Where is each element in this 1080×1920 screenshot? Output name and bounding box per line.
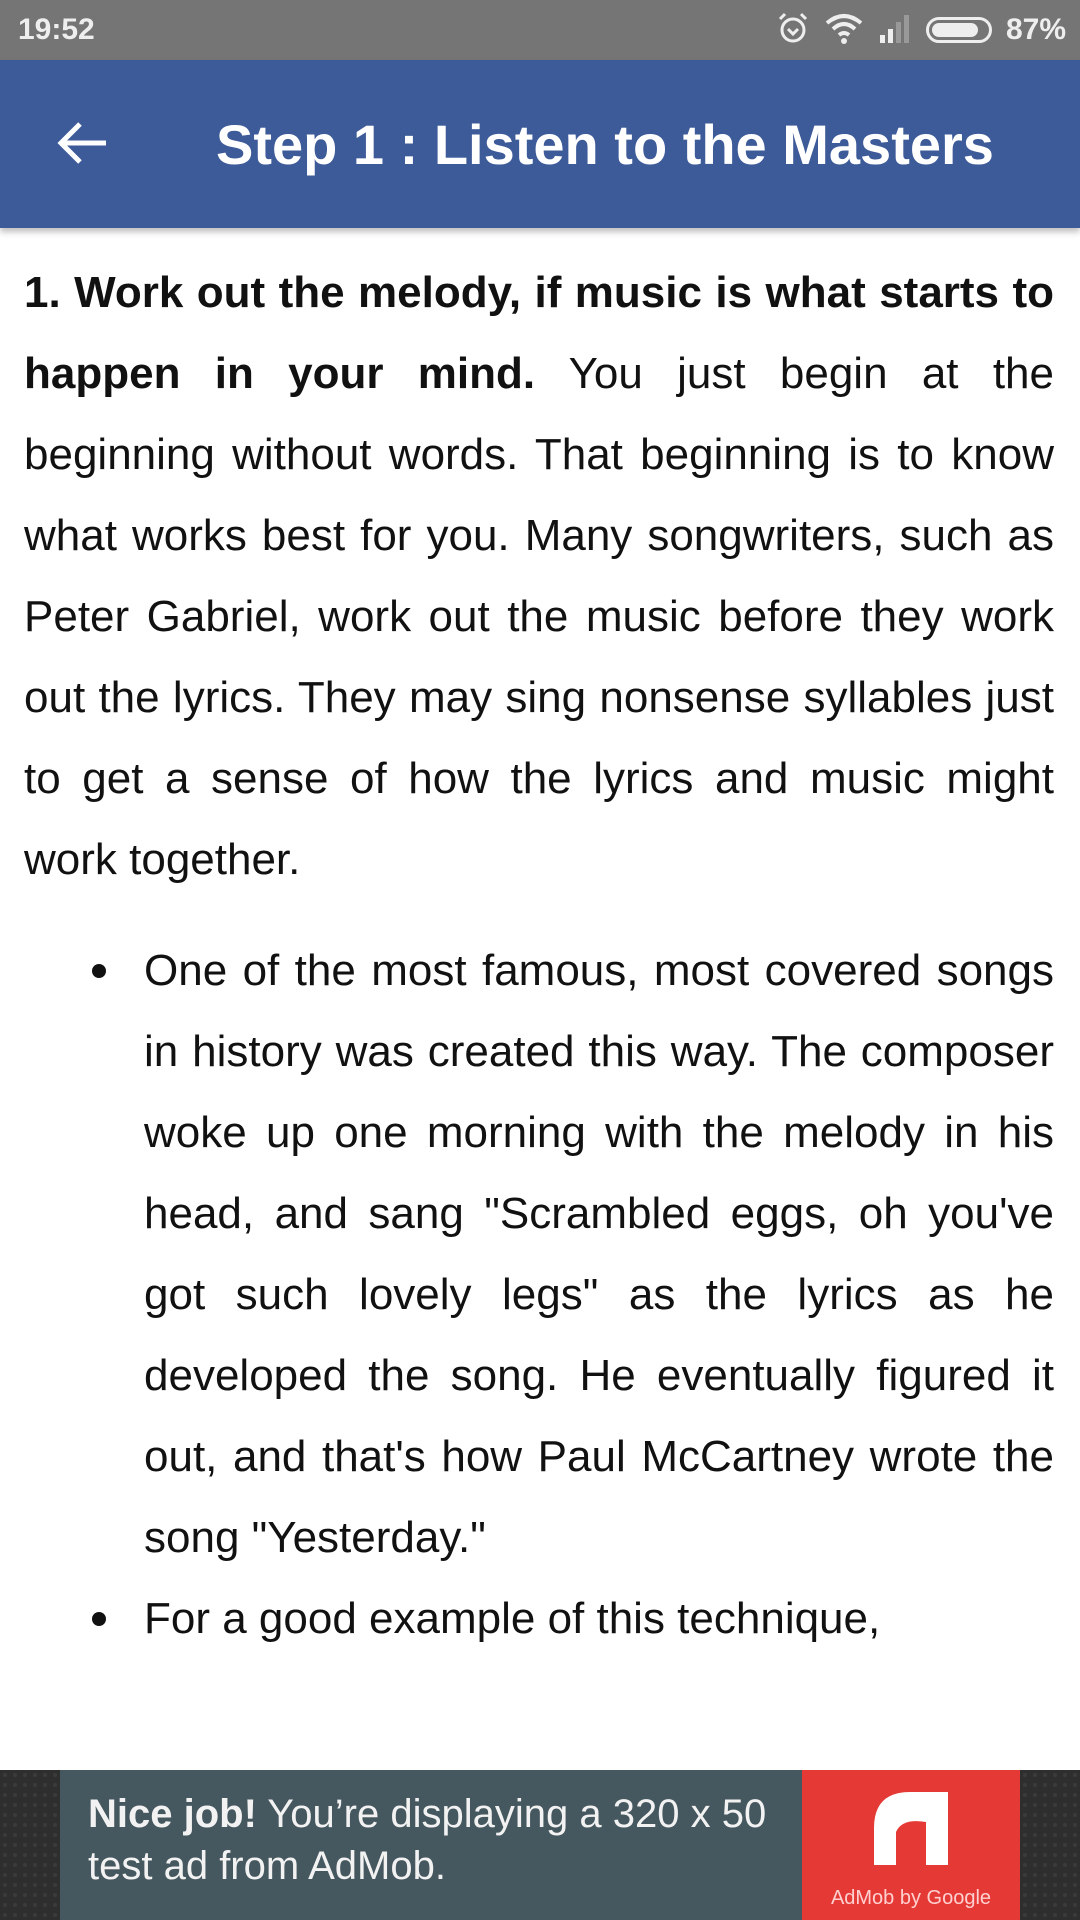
wifi-icon — [824, 11, 864, 50]
alarm-icon — [776, 11, 810, 50]
battery-percent: 87% — [1005, 13, 1066, 46]
ad-text: Nice job! You’re displaying a 320 x 50 t… — [88, 1788, 828, 1892]
ad-headline: Nice job! — [88, 1792, 257, 1836]
status-time: 19:52 — [18, 13, 95, 46]
bullet-list: One of the most famous, most covered son… — [24, 930, 1054, 1659]
intro-text: You just begin at the beginning without … — [24, 349, 1054, 884]
admob-logo: AdMob by Google — [802, 1770, 1020, 1920]
bullet-icon — [92, 964, 106, 978]
list-item-text: One of the most famous, most covered son… — [144, 946, 1054, 1562]
ad-banner[interactable]: Nice job! You’re displaying a 320 x 50 t… — [60, 1770, 1020, 1920]
article-content: 1. Work out the melody, if music is what… — [24, 228, 1054, 1659]
intro-paragraph: 1. Work out the melody, if music is what… — [24, 252, 1054, 900]
back-button[interactable] — [50, 112, 116, 178]
battery-fill — [931, 23, 979, 37]
admob-caption: AdMob by Google — [830, 1887, 992, 1909]
list-item-text: For a good example of this technique, — [144, 1594, 881, 1643]
arrow-left-icon — [56, 120, 110, 171]
status-icons: 87% — [776, 10, 1066, 50]
ad-banner-container: Nice job! You’re displaying a 320 x 50 t… — [0, 1770, 1080, 1920]
bullet-icon — [92, 1612, 106, 1626]
app-bar: Step 1 : Listen to the Masters — [0, 60, 1080, 228]
battery-icon — [925, 17, 992, 43]
list-item: One of the most famous, most covered son… — [92, 930, 1054, 1578]
page-title: Step 1 : Listen to the Masters — [216, 113, 994, 176]
status-bar: 19:52 87% — [0, 0, 1080, 60]
signal-icon — [878, 13, 912, 48]
list-item: For a good example of this technique, — [92, 1578, 1054, 1659]
